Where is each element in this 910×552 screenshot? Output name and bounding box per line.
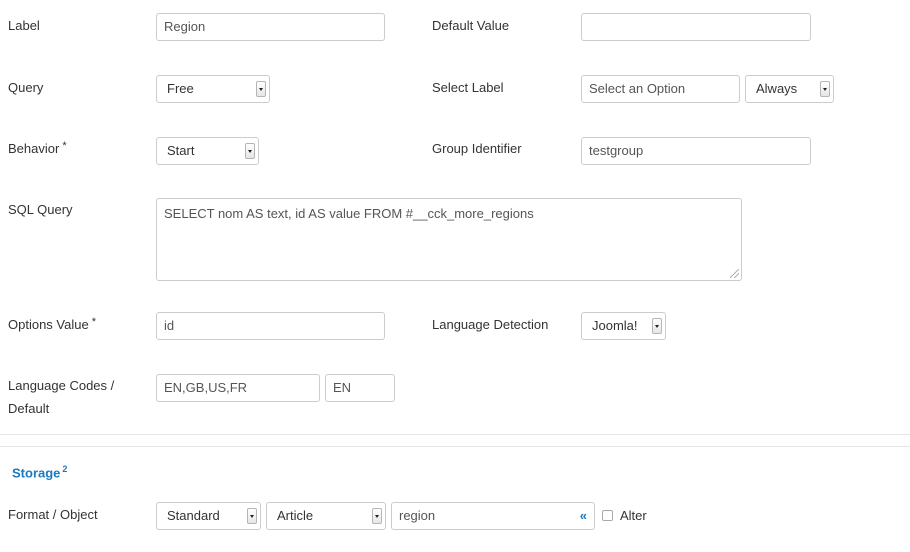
- chevron-down-icon: [372, 508, 382, 524]
- chevron-down-icon: [247, 508, 257, 524]
- required-mark: *: [62, 140, 67, 152]
- behavior-label-text: Behavior: [8, 141, 60, 156]
- storage-section-title: Storage 2: [12, 464, 67, 480]
- sql-query-text: SELECT nom AS text, id AS value FROM #__…: [164, 206, 534, 221]
- section-divider: [0, 434, 910, 435]
- storage-format-select[interactable]: Standard: [156, 502, 261, 530]
- chevron-down-icon: [245, 143, 255, 159]
- options-value-input[interactable]: id: [156, 312, 385, 340]
- query-label: Query: [8, 80, 44, 95]
- label-field-label: Label: [8, 18, 40, 33]
- alter-label: Alter: [620, 508, 647, 523]
- section-divider: [0, 446, 910, 447]
- select-label-mode-select[interactable]: Always: [745, 75, 834, 103]
- resize-grip-icon[interactable]: [730, 269, 739, 278]
- storage-object-value: Article: [277, 508, 314, 523]
- query-select[interactable]: Free: [156, 75, 270, 103]
- language-detection-select[interactable]: Joomla!: [581, 312, 666, 340]
- chevron-down-icon: [652, 318, 662, 334]
- language-detection-label: Language Detection: [432, 317, 549, 332]
- storage-title-text: Storage: [12, 465, 61, 481]
- query-select-value: Free: [167, 81, 194, 96]
- sql-query-textarea[interactable]: SELECT nom AS text, id AS value FROM #__…: [156, 198, 742, 281]
- chevron-down-icon: [820, 81, 830, 97]
- format-object-label: Format / Object: [8, 507, 98, 522]
- select-label-label: Select Label: [432, 80, 504, 95]
- storage-object-select[interactable]: Article: [266, 502, 386, 530]
- chevron-down-icon: [256, 81, 266, 97]
- storage-title-sup: 2: [62, 464, 68, 474]
- sql-query-label: SQL Query: [8, 202, 73, 217]
- required-mark: *: [91, 316, 96, 328]
- default-value-label: Default Value: [432, 18, 510, 33]
- language-codes-label-line1: Language Codes /: [8, 378, 115, 393]
- storage-field-value: region: [399, 508, 436, 523]
- double-chevron-left-icon[interactable]: «: [580, 503, 587, 529]
- label-input[interactable]: Region: [156, 13, 385, 41]
- options-value-label-text: Options Value: [8, 317, 89, 332]
- default-value-input[interactable]: [581, 13, 811, 41]
- select-label-input[interactable]: Select an Option: [581, 75, 740, 103]
- behavior-select-value: Start: [167, 143, 195, 158]
- group-identifier-label: Group Identifier: [432, 141, 522, 156]
- group-identifier-input[interactable]: testgroup: [581, 137, 811, 165]
- behavior-label: Behavior *: [8, 140, 67, 159]
- language-codes-input[interactable]: EN,GB,US,FR: [156, 374, 320, 402]
- language-default-input[interactable]: EN: [325, 374, 395, 402]
- alter-checkbox[interactable]: [602, 510, 613, 521]
- storage-field-input[interactable]: region «: [391, 502, 595, 530]
- language-codes-label-line2: Default: [8, 401, 50, 416]
- storage-format-value: Standard: [167, 508, 220, 523]
- select-label-mode-value: Always: [756, 81, 798, 96]
- language-detection-value: Joomla!: [592, 318, 638, 333]
- options-value-label: Options Value *: [8, 316, 96, 335]
- behavior-select[interactable]: Start: [156, 137, 259, 165]
